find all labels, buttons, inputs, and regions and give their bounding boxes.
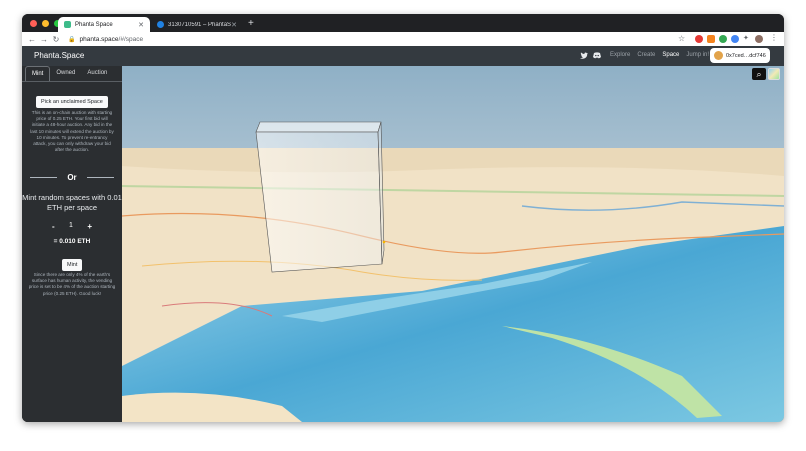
metamask-icon[interactable] xyxy=(707,35,715,43)
browser-window: Phanta Space ✕ 3130710591 – PhantaSpace … xyxy=(22,14,784,422)
app-navbar: Phanta.Space Explore Create Space Jump i… xyxy=(22,46,784,66)
tab-strip: Phanta Space ✕ 3130710591 – PhantaSpace … xyxy=(22,14,784,32)
main-nav: Explore Create Space Jump in! xyxy=(610,52,709,58)
nav-create[interactable]: Create xyxy=(637,52,655,58)
address-host: phanta.space xyxy=(79,35,119,43)
nav-jump-in[interactable]: Jump in! xyxy=(686,52,709,58)
wallet-button[interactable]: 0x7ced…dcf746 xyxy=(710,48,770,63)
divider-line xyxy=(30,177,58,178)
extension-icon[interactable] xyxy=(731,35,739,43)
close-tab-icon[interactable]: ✕ xyxy=(138,21,144,29)
mint-button-label: Mint xyxy=(62,259,83,271)
address-bar[interactable]: 🔒 phanta.space/#/space xyxy=(68,34,658,44)
back-icon[interactable]: ← xyxy=(26,35,38,44)
nav-space[interactable]: Space xyxy=(662,52,679,58)
browser-tab-phanta[interactable]: Phanta Space ✕ xyxy=(58,17,150,32)
close-tab-icon[interactable]: ✕ xyxy=(231,21,237,29)
close-window-button[interactable] xyxy=(30,20,37,27)
profile-avatar[interactable] xyxy=(755,35,763,43)
twitter-icon[interactable] xyxy=(580,52,588,59)
discord-icon[interactable] xyxy=(593,52,601,59)
browser-tab-opensea[interactable]: 3130710591 – PhantaSpace ✕ xyxy=(151,17,243,32)
opensea-favicon-icon xyxy=(157,21,164,28)
lock-icon: 🔒 xyxy=(68,36,76,43)
bookmark-star-icon[interactable]: ☆ xyxy=(678,34,685,43)
minimize-window-button[interactable] xyxy=(42,20,49,27)
browser-menu-icon[interactable]: ⋮ xyxy=(770,33,778,42)
nav-explore[interactable]: Explore xyxy=(610,52,630,58)
window-controls xyxy=(30,20,61,27)
map-layer-icon[interactable] xyxy=(768,68,780,80)
total-price: = 0.010 ETH xyxy=(53,238,91,245)
tab-mint[interactable]: Mint xyxy=(25,66,51,81)
address-path: /#/space xyxy=(118,35,144,43)
vending-price-description: Since there are only 4% of the earth's s… xyxy=(28,272,116,296)
wallet-avatar xyxy=(714,51,723,60)
or-label: Or xyxy=(67,173,77,182)
browser-toolbar: ← → ↻ 🔒 phanta.space/#/space ☆ ✦ ⋮ xyxy=(22,32,784,46)
new-tab-icon[interactable]: + xyxy=(248,17,254,30)
space-box-front[interactable] xyxy=(255,131,383,273)
quantity-stepper: - 1 + xyxy=(52,222,92,231)
mint-button[interactable]: Mint xyxy=(62,253,83,271)
extensions-puzzle-icon[interactable]: ✦ xyxy=(743,34,749,42)
sidebar-tabs: Mint Owned Auction xyxy=(22,66,122,82)
map-3d-canvas[interactable] xyxy=(122,66,784,422)
extension-icon[interactable] xyxy=(719,35,727,43)
map-viewport[interactable]: ⌕ xyxy=(122,66,784,422)
quantity-value[interactable]: 1 xyxy=(69,222,73,231)
increment-button[interactable]: + xyxy=(87,222,92,231)
app-root: Phanta.Space Explore Create Space Jump i… xyxy=(22,46,784,422)
phanta-favicon-icon xyxy=(64,21,71,28)
or-divider: Or xyxy=(30,173,114,182)
pick-unclaimed-space-button[interactable]: Pick an unclaimed Space xyxy=(36,90,108,108)
mint-heading: Mint random spaces with 0.01 ETH per spa… xyxy=(22,193,122,212)
auction-description: This is an on-chain auction with startin… xyxy=(30,110,114,153)
decrement-button[interactable]: - xyxy=(52,222,55,231)
extension-icon[interactable] xyxy=(695,35,703,43)
wallet-address: 0x7ced…dcf746 xyxy=(726,52,766,59)
tab-title: 3130710591 – PhantaSpace xyxy=(168,21,232,28)
forward-icon[interactable]: → xyxy=(38,35,50,44)
brand-logo[interactable]: Phanta.Space xyxy=(34,51,84,60)
tab-auction[interactable]: Auction xyxy=(81,66,113,81)
tab-owned[interactable]: Owned xyxy=(50,66,81,81)
tab-title: Phanta Space xyxy=(75,21,113,28)
sidebar: Mint Owned Auction Pick an unclaimed Spa… xyxy=(22,66,122,422)
divider-line xyxy=(86,177,114,178)
pick-button-label: Pick an unclaimed Space xyxy=(36,96,108,108)
search-icon[interactable]: ⌕ xyxy=(752,68,766,80)
reload-icon[interactable]: ↻ xyxy=(50,35,62,44)
location-marker-icon[interactable] xyxy=(382,240,386,244)
space-box-top xyxy=(255,121,382,133)
